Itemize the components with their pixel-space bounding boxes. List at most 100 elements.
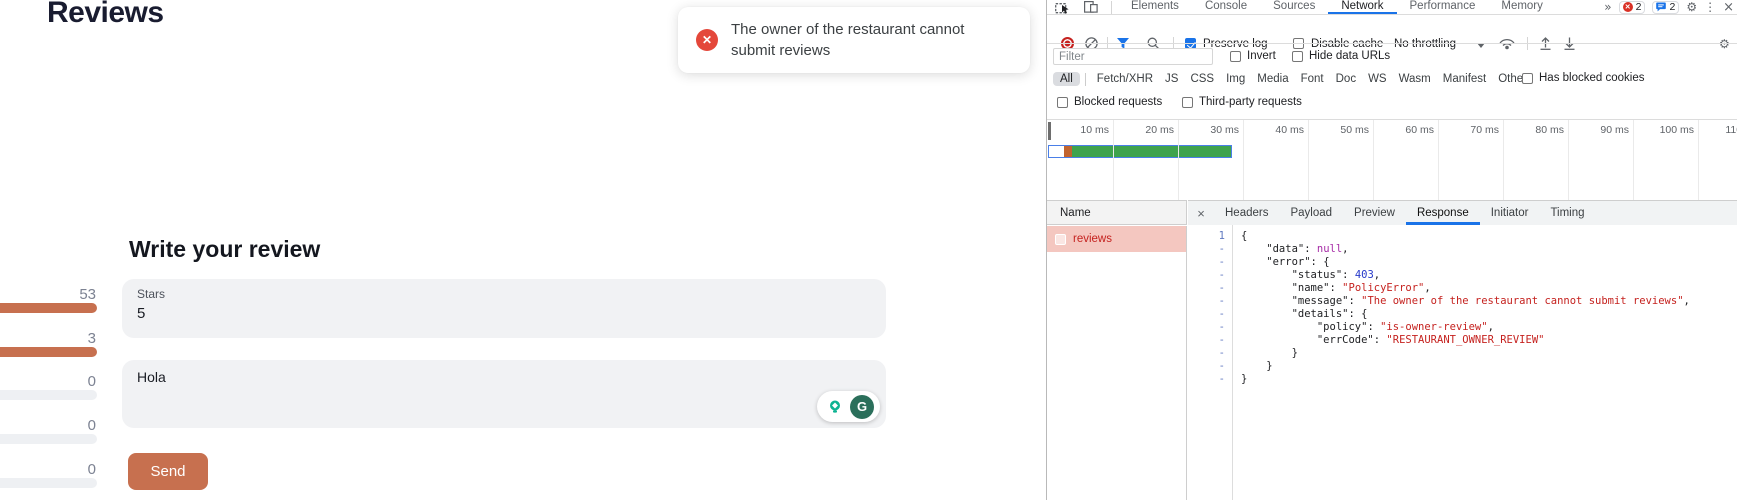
detail-tab-headers[interactable]: Headers (1214, 201, 1279, 225)
token: "PolicyError" (1342, 282, 1424, 294)
request-name: reviews (1073, 233, 1112, 245)
network-overview-timeline[interactable]: 10 ms20 ms30 ms40 ms50 ms60 ms70 ms80 ms… (1047, 119, 1737, 200)
stars-value: 5 (137, 305, 145, 322)
chip-font[interactable]: Font (1295, 72, 1330, 86)
error-count-badge[interactable]: ✕ 2 (1619, 1, 1646, 14)
kebab-menu-icon[interactable]: ⋮ (1704, 0, 1716, 14)
write-review-heading: Write your review (129, 236, 320, 263)
devtools-main-tabs: ElementsConsoleSourcesNetworkPerformance… (1118, 0, 1556, 14)
response-line: "data": null, (1241, 243, 1737, 256)
close-detail-icon[interactable]: × (1188, 206, 1214, 221)
tab-performance[interactable]: Performance (1397, 0, 1489, 14)
rating-count: 0 (0, 417, 96, 434)
chip-manifest[interactable]: Manifest (1437, 72, 1492, 86)
token: "name" (1241, 282, 1330, 294)
invert-label: Invert (1247, 50, 1276, 62)
name-column-header[interactable]: Name (1047, 200, 1187, 225)
filter-input[interactable] (1053, 48, 1213, 65)
has-blocked-cookies-checkbox[interactable] (1522, 73, 1533, 84)
timeline-tick-label: 70 ms (1435, 124, 1499, 136)
detail-tab-payload[interactable]: Payload (1279, 201, 1343, 225)
tab-console[interactable]: Console (1192, 0, 1260, 14)
token: : (1342, 269, 1355, 281)
blocked-requests-label: Blocked requests (1074, 96, 1162, 108)
waterfall-download-segment (1072, 146, 1231, 157)
token: : (1304, 243, 1317, 255)
network-settings-gear-icon[interactable]: ⚙ (1719, 37, 1730, 51)
detail-tab-timing[interactable]: Timing (1539, 201, 1595, 225)
response-json: { "data": null, "error": { "status": 403… (1241, 230, 1737, 386)
waterfall-waiting-segment (1049, 146, 1064, 157)
review-text-field[interactable]: Hola (122, 360, 886, 428)
tab-network[interactable]: Network (1328, 0, 1396, 14)
response-line: "error": { (1241, 256, 1737, 269)
token: "RESTAURANT_OWNER_REVIEW" (1386, 334, 1544, 346)
settings-gear-icon[interactable]: ⚙ (1686, 0, 1697, 14)
token: : { (1311, 256, 1330, 268)
response-line: } (1241, 360, 1737, 373)
token: : (1367, 321, 1380, 333)
send-button[interactable]: Send (128, 453, 208, 490)
response-line: "details": { (1241, 308, 1737, 321)
response-line: "errCode": "RESTAURANT_OWNER_REVIEW" (1241, 334, 1737, 347)
chip-fetchxhr[interactable]: Fetch/XHR (1091, 72, 1159, 86)
token: : (1330, 282, 1343, 294)
detail-tab-preview[interactable]: Preview (1343, 201, 1406, 225)
device-toolbar-icon[interactable] (1084, 1, 1098, 13)
waterfall-stalled-segment (1064, 146, 1072, 157)
detail-tab-initiator[interactable]: Initiator (1480, 201, 1540, 225)
invert-checkbox[interactable] (1230, 51, 1241, 62)
token: } (1241, 347, 1298, 359)
timeline-tick-label: 80 ms (1500, 124, 1564, 136)
devtools-tabbar-right: » ✕ 2 2 ⚙ ⋮ × (1604, 0, 1734, 14)
chip-css[interactable]: CSS (1184, 72, 1220, 86)
suggestion-bulb-icon[interactable] (823, 395, 847, 419)
request-waterfall-bar[interactable] (1048, 145, 1232, 158)
throttling-select[interactable]: No throttling (1394, 38, 1456, 50)
third-party-requests-checkbox[interactable] (1182, 97, 1193, 108)
rating-bar (0, 478, 97, 488)
hide-data-urls-checkbox[interactable] (1292, 51, 1303, 62)
screen: Reviews ✕ The owner of the restaurant ca… (0, 0, 1737, 500)
response-viewer[interactable]: 1 - - - - - - - - - - - { "data": null, … (1188, 225, 1737, 500)
close-devtools-icon[interactable]: × (1723, 0, 1734, 15)
chip-js[interactable]: JS (1159, 72, 1184, 86)
response-line: "message": "The owner of the restaurant … (1241, 295, 1737, 308)
chip-ws[interactable]: WS (1362, 72, 1393, 86)
timeline-tick-label: 50 ms (1305, 124, 1369, 136)
rating-count: 53 (0, 286, 96, 303)
chip-media[interactable]: Media (1251, 72, 1294, 86)
chip-img[interactable]: Img (1220, 72, 1251, 86)
token: "The owner of the restaurant cannot subm… (1361, 295, 1683, 307)
hide-data-urls-label: Hide data URLs (1309, 50, 1390, 62)
token: "errCode" (1241, 334, 1374, 346)
tab-elements[interactable]: Elements (1118, 0, 1192, 14)
tab-sources[interactable]: Sources (1260, 0, 1328, 14)
token: "details" (1241, 308, 1348, 320)
grammarly-g-icon[interactable]: G (850, 395, 874, 419)
token: , (1374, 269, 1380, 281)
request-row-reviews[interactable]: reviews (1047, 226, 1186, 252)
detail-tab-response[interactable]: Response (1406, 201, 1480, 225)
devtools-tab-bar: ElementsConsoleSourcesNetworkPerformance… (1047, 0, 1737, 14)
chip-doc[interactable]: Doc (1330, 72, 1362, 86)
chip-wasm[interactable]: Wasm (1393, 72, 1437, 86)
issues-count-badge[interactable]: 2 (1652, 1, 1679, 14)
more-tabs-icon[interactable]: » (1604, 0, 1611, 14)
detail-tab-bar: × HeadersPayloadPreviewResponseInitiator… (1188, 200, 1737, 225)
response-line: } (1241, 347, 1737, 360)
inspect-element-icon[interactable] (1055, 1, 1070, 14)
stars-field[interactable]: Stars 5 (122, 279, 886, 338)
token: "status" (1241, 269, 1342, 281)
response-line: "status": 403, (1241, 269, 1737, 282)
error-toast: ✕ The owner of the restaurant cannot sub… (678, 7, 1030, 73)
tab-memory[interactable]: Memory (1488, 0, 1556, 14)
grammarly-widget[interactable]: G (817, 391, 880, 422)
token: : { (1348, 308, 1367, 320)
network-toolbar: Preserve log Disable cache No throttling (1047, 15, 1737, 43)
blocked-requests-checkbox[interactable] (1057, 97, 1068, 108)
token: , (1488, 321, 1494, 333)
chip-all[interactable]: All (1053, 72, 1080, 86)
timeline-tick-label: 100 ms (1630, 124, 1694, 136)
page-title: Reviews (47, 0, 164, 30)
